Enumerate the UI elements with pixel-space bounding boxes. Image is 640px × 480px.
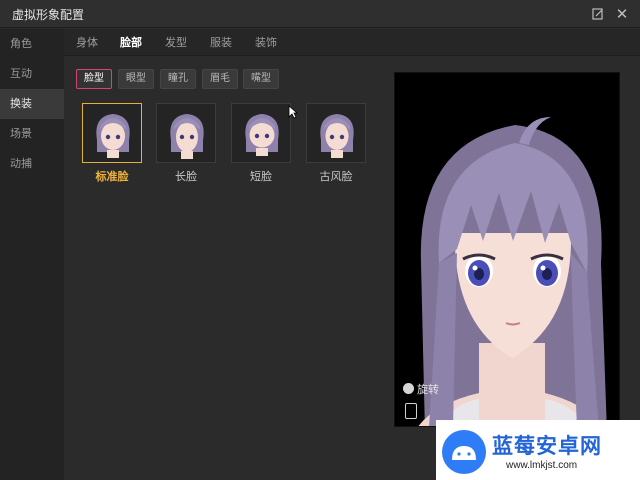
edit-icon[interactable] <box>588 4 608 24</box>
face-option-long[interactable] <box>156 103 216 163</box>
sidebar-item-character[interactable]: 角色 <box>0 29 64 59</box>
face-option-short[interactable] <box>231 103 291 163</box>
avatar-preview-image <box>395 73 619 426</box>
subtab-face-shape[interactable]: 脸型 <box>76 69 112 89</box>
watermark-url: www.lmkjst.com <box>506 460 578 471</box>
sidebar-item-label: 互动 <box>10 67 32 80</box>
sidebar-item-outfit[interactable]: 换装 <box>0 89 64 119</box>
face-option-label: 短脸 <box>250 170 272 183</box>
tab-body[interactable]: 身体 <box>76 29 98 56</box>
rotate-button[interactable]: 旋转 <box>403 381 439 397</box>
tab-hair[interactable]: 发型 <box>165 29 187 56</box>
subtab-pupil[interactable]: 瞳孔 <box>160 69 196 89</box>
sidebar-item-scene[interactable]: 场景 <box>0 119 64 149</box>
sidebar: 角色 互动 换装 场景 动捕 <box>0 29 64 480</box>
watermark: 蓝莓安卓网 www.lmkjst.com <box>436 420 640 480</box>
face-option-classical[interactable] <box>306 103 366 163</box>
sidebar-item-label: 动捕 <box>10 157 32 170</box>
avatar-thumbnail <box>245 114 279 156</box>
subtab-eyebrow[interactable]: 眉毛 <box>202 69 238 89</box>
subtab-eye-shape[interactable]: 眼型 <box>118 69 154 89</box>
title-bar: 虚拟形象配置 ✕ <box>0 0 640 28</box>
watermark-brand: 蓝莓安卓网 <box>492 434 602 458</box>
android-logo-icon <box>442 430 486 474</box>
face-option-standard[interactable] <box>82 103 142 163</box>
tab-accessories[interactable]: 装饰 <box>255 29 277 56</box>
main-panel: 身体 脸部 发型 服装 装饰 脸型 眼型 瞳孔 眉毛 嘴型 标准脸 长脸 短脸 … <box>64 29 640 480</box>
phone-icon[interactable] <box>405 403 417 419</box>
avatar-thumbnail <box>96 114 130 158</box>
tab-clothing[interactable]: 服装 <box>210 29 232 56</box>
avatar-thumbnail <box>320 114 354 158</box>
rotate-icon <box>403 383 414 394</box>
sidebar-item-label: 角色 <box>10 37 32 50</box>
category-tabs: 身体 脸部 发型 服装 装饰 <box>64 29 640 56</box>
avatar-preview[interactable]: 旋转 <box>394 72 620 427</box>
face-option-label: 长脸 <box>175 170 197 183</box>
close-icon[interactable]: ✕ <box>612 4 632 24</box>
mouse-cursor-icon <box>288 105 298 119</box>
sidebar-item-label: 场景 <box>10 127 32 140</box>
avatar-thumbnail <box>170 114 204 159</box>
subtab-mouth-shape[interactable]: 嘴型 <box>243 69 279 89</box>
rotate-label: 旋转 <box>417 383 439 396</box>
tab-face[interactable]: 脸部 <box>120 29 142 56</box>
window-title: 虚拟形象配置 <box>12 8 85 22</box>
sidebar-item-interaction[interactable]: 互动 <box>0 59 64 89</box>
sidebar-item-mocap[interactable]: 动捕 <box>0 149 64 179</box>
face-option-label: 标准脸 <box>95 170 129 183</box>
sidebar-item-label: 换装 <box>10 97 32 110</box>
face-option-label: 古风脸 <box>319 170 353 183</box>
